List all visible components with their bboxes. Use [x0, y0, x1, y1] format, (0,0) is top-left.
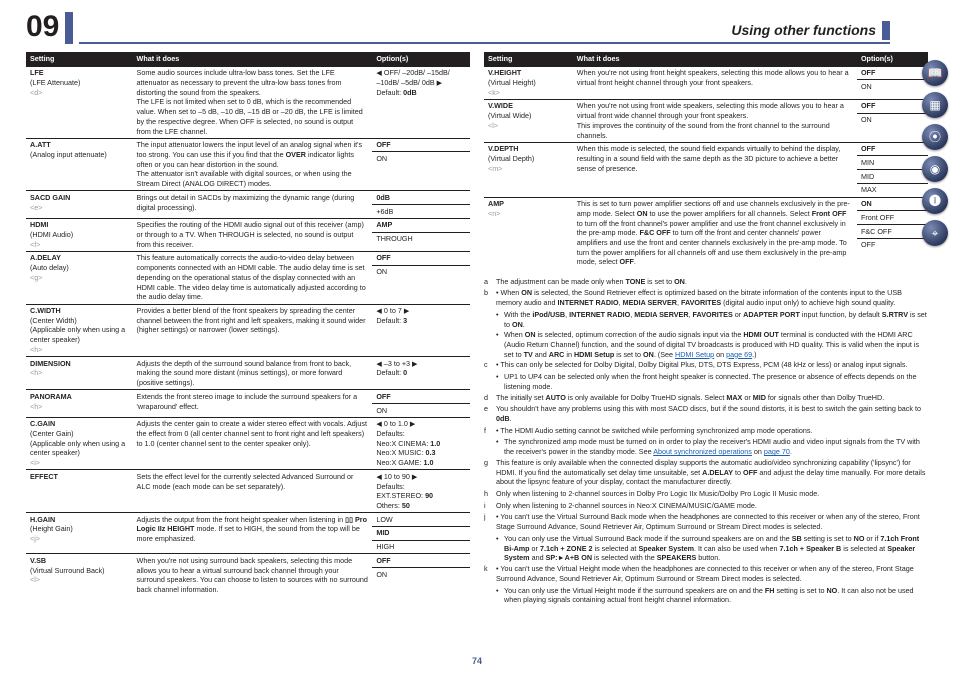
cell-opt: ◀ –3 to +3 ▶Default: 0 — [372, 357, 470, 390]
page-number: 09 — [26, 12, 73, 44]
chapter-wrap: Using other functions — [79, 21, 890, 44]
footnote: aThe adjustment can be made only when TO… — [484, 277, 928, 287]
cell-desc: This is set to turn power amplifier sect… — [573, 197, 857, 269]
info-icon[interactable]: 🅘 — [922, 188, 948, 214]
cell-opt: ◀ 0 to 7 ▶Default: 3 — [372, 304, 470, 357]
cell-opt: OFFON — [372, 390, 470, 417]
cell-desc: Sets the effect level for the currently … — [133, 470, 373, 513]
footnote: dThe initially set AUTO is only availabl… — [484, 393, 928, 403]
cell-opt: OFFON — [372, 138, 470, 191]
footnote: j• You can't use the Virtual Surround Ba… — [484, 512, 928, 531]
settings-table-1: SettingWhat it doesOption(s) LFE(LFE Att… — [26, 52, 470, 596]
cell-desc: Adjusts the output from the front height… — [133, 513, 373, 554]
settings-table-2: SettingWhat it doesOption(s) V.HEIGHT(Vi… — [484, 52, 928, 269]
cell-opt: ◀ 0 to 1.0 ▶Defaults:Neo:X CINEMA: 1.0Ne… — [372, 417, 470, 470]
cell-desc: The input attenuator lowers the input le… — [133, 138, 373, 191]
th-desc: What it does — [133, 52, 373, 66]
footnote: gThis feature is only available when the… — [484, 458, 928, 487]
cell-setting: EFFECT — [26, 470, 133, 513]
page-footer: 74 — [0, 655, 954, 667]
cell-setting: HDMI(HDMI Audio)<f> — [26, 218, 133, 251]
footnote-bullet: The synchronized amp mode must be turned… — [496, 437, 928, 456]
cell-opt: ◀ 10 to 90 ▶Defaults:EXT.STEREO: 90Other… — [372, 470, 470, 513]
side-nav: 📖 ▦ ⦿ ◉ 🅘 ⌖ — [922, 60, 948, 246]
footnote: f• The HDMI Audio setting cannot be swit… — [484, 426, 928, 436]
cell-setting: LFE(LFE Attenuate)<d> — [26, 66, 133, 138]
footnote: eYou shouldn't have any problems using t… — [484, 404, 928, 423]
footnote-bullet: With the iPod/USB, INTERNET RADIO, MEDIA… — [496, 310, 928, 329]
cell-opt: OFFON — [857, 66, 928, 99]
speaker-icon[interactable]: ◉ — [922, 156, 948, 182]
footnote: k• You can't use the Virtual Height mode… — [484, 564, 928, 583]
content-columns: SettingWhat it doesOption(s) LFE(LFE Att… — [26, 52, 928, 606]
features-icon[interactable]: ▦ — [922, 92, 948, 118]
chapter-title: Using other functions — [731, 21, 890, 40]
footnote-bullet: You can only use the Virtual Surround Ba… — [496, 534, 928, 563]
cell-desc: This feature automatically corrects the … — [133, 251, 373, 304]
footnote: b• When ON is selected, the Sound Retrie… — [484, 288, 928, 307]
cell-desc: Adjusts the depth of the surround sound … — [133, 357, 373, 390]
cell-opt: LOWMIDHIGH — [372, 513, 470, 554]
cell-opt: AMPTHROUGH — [372, 218, 470, 251]
manual-icon[interactable]: 📖 — [922, 60, 948, 86]
cell-setting: V.DEPTH(Virtual Depth)<m> — [484, 142, 573, 197]
footnote: iOnly when listening to 2-channel source… — [484, 501, 928, 511]
header: 09 Using other functions — [26, 12, 928, 44]
th-setting: Setting — [26, 52, 133, 66]
cell-desc: When this mode is selected, the sound fi… — [573, 142, 857, 197]
page: 09 Using other functions 📖 ▦ ⦿ ◉ 🅘 ⌖ Set… — [0, 0, 954, 675]
footnote-bullet: You can only use the Virtual Height mode… — [496, 586, 928, 605]
th-setting: Setting — [484, 52, 573, 66]
cell-opt: OFFON — [372, 251, 470, 304]
cell-desc: Provides a better blend of the front spe… — [133, 304, 373, 357]
cell-desc: Some audio sources include ultra-low bas… — [133, 66, 373, 138]
footnote: hOnly when listening to 2-channel source… — [484, 489, 928, 499]
cell-setting: C.WIDTH(Center Width)(Applicable only wh… — [26, 304, 133, 357]
cell-desc: Extends the front stereo image to includ… — [133, 390, 373, 417]
th-opt: Option(s) — [857, 52, 928, 66]
cell-setting: DIMENSION<h> — [26, 357, 133, 390]
cell-setting: A.ATT(Analog input attenuate) — [26, 138, 133, 191]
footnote: c• This can only be selected for Dolby D… — [484, 360, 928, 370]
footnote-bullet: When ON is selected, optimum correction … — [496, 330, 928, 359]
cell-opt: OFFON — [372, 554, 470, 596]
col-right: SettingWhat it doesOption(s) V.HEIGHT(Vi… — [484, 52, 928, 606]
footnotes: aThe adjustment can be made only when TO… — [484, 277, 928, 605]
cell-desc: When you're not using surround back spea… — [133, 554, 373, 596]
settings-icon[interactable]: ⦿ — [922, 124, 948, 150]
th-opt: Option(s) — [372, 52, 470, 66]
cell-opt: OFFON — [857, 99, 928, 142]
cell-opt: OFFMINMIDMAX — [857, 142, 928, 197]
cell-opt: ONFront OFFF&C OFFOFF — [857, 197, 928, 269]
cell-desc: When you're not using front height speak… — [573, 66, 857, 99]
footnote-bullet: UP1 to UP4 can be selected only when the… — [496, 372, 928, 391]
cell-opt: ◀ OFF/ –20dB/ –15dB/–10dB/ –5dB/ 0dB ▶De… — [372, 66, 470, 138]
cell-desc: Adjusts the center gain to create a wide… — [133, 417, 373, 470]
cell-desc: Specifies the routing of the HDMI audio … — [133, 218, 373, 251]
cell-desc: When you're not using front wide speaker… — [573, 99, 857, 142]
cell-opt: 0dB+6dB — [372, 191, 470, 218]
cell-setting: V.WIDE(Virtual Wide)<l> — [484, 99, 573, 142]
cell-setting: AMP<n> — [484, 197, 573, 269]
cell-setting: V.SB(Virtual Surround Back)<l> — [26, 554, 133, 596]
network-icon[interactable]: ⌖ — [922, 220, 948, 246]
cell-setting: PANORAMA<h> — [26, 390, 133, 417]
th-desc: What it does — [573, 52, 857, 66]
cell-setting: SACD GAIN<e> — [26, 191, 133, 218]
cell-desc: Brings out detail in SACDs by maximizing… — [133, 191, 373, 218]
col-left: SettingWhat it doesOption(s) LFE(LFE Att… — [26, 52, 470, 606]
cell-setting: A.DELAY(Auto delay)<g> — [26, 251, 133, 304]
cell-setting: C.GAIN(Center Gain)(Applicable only when… — [26, 417, 133, 470]
cell-setting: H.GAIN(Height Gain)<j> — [26, 513, 133, 554]
cell-setting: V.HEIGHT(Virtual Height)<k> — [484, 66, 573, 99]
